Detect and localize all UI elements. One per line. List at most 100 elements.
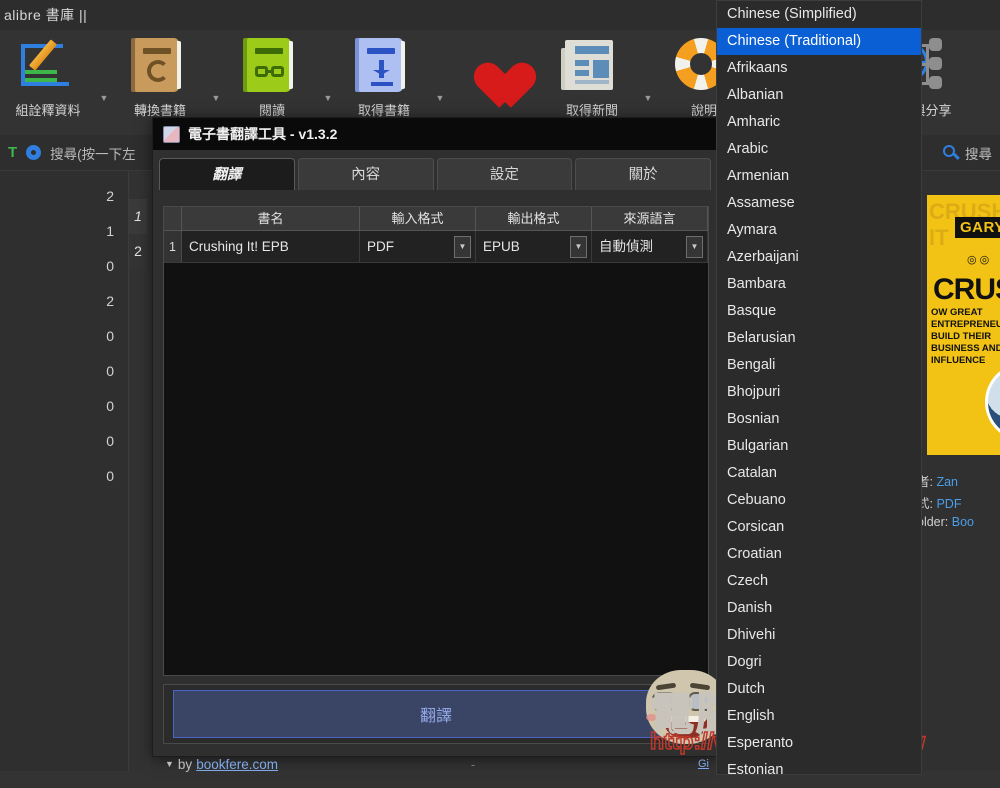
lang-option[interactable]: Belarusian: [717, 325, 921, 352]
cover-author-band: GARY: [955, 217, 1000, 238]
cell-input-format[interactable]: PDF: [360, 231, 476, 262]
calibre-book-list[interactable]: 2 1 0 2 0 0 0 0 0 ⋮ 1 2: [0, 171, 147, 771]
cover-dots-icon: ◎ ◎: [967, 254, 990, 266]
table-header-book-name[interactable]: 書名: [182, 207, 360, 230]
lang-option[interactable]: English: [717, 703, 921, 730]
dialog-tabs: 翻譯 內容 設定 關於: [153, 150, 717, 190]
lang-option[interactable]: Afrikaans: [717, 55, 921, 82]
gear-icon[interactable]: [25, 144, 42, 161]
toolbar-button-get-books[interactable]: 取得書籍: [336, 30, 432, 119]
lang-option[interactable]: Chinese (Simplified): [717, 1, 921, 28]
footer-spacer: -: [470, 756, 476, 772]
footer-by-label: by: [177, 756, 193, 772]
lang-option[interactable]: Danish: [717, 595, 921, 622]
lang-option[interactable]: Bosnian: [717, 406, 921, 433]
lang-option[interactable]: Estonian: [717, 757, 921, 774]
list-item[interactable]: 0: [0, 424, 128, 459]
chevron-down-icon-get-books[interactable]: [432, 93, 448, 103]
lang-option[interactable]: Armenian: [717, 163, 921, 190]
dialog-title: 電子書翻譯工具 - v1.3.2: [188, 126, 338, 142]
chevron-down-icon-convert-books[interactable]: [208, 93, 224, 103]
cell-source-language-value: 自動偵測: [599, 239, 653, 254]
list-item[interactable]: 0: [0, 354, 128, 389]
translation-table: 書名 輸入格式 輸出格式 來源語言 1 Crushing It! EPB PDF…: [163, 206, 709, 676]
fetch-news-icon: [561, 36, 623, 98]
lang-option[interactable]: Arabic: [717, 136, 921, 163]
lang-option[interactable]: Basque: [717, 298, 921, 325]
lang-option[interactable]: Dutch: [717, 676, 921, 703]
lang-option[interactable]: Corsican: [717, 514, 921, 541]
toolbar-button-convert-books[interactable]: 轉換書籍: [112, 30, 208, 119]
chevron-down-icon-footer[interactable]: ▼: [165, 759, 174, 769]
tab-content[interactable]: 內容: [297, 158, 434, 190]
chevron-down-icon-input-format[interactable]: [454, 236, 471, 258]
lang-option[interactable]: Czech: [717, 568, 921, 595]
lang-option[interactable]: Albanian: [717, 82, 921, 109]
edit-metadata-icon: [17, 36, 79, 98]
toolbar-button-fetch-news[interactable]: 取得新聞: [544, 30, 640, 119]
lang-option[interactable]: Assamese: [717, 190, 921, 217]
cell-source-language[interactable]: 自動偵測: [592, 231, 708, 262]
list-item[interactable]: 0: [0, 389, 128, 424]
toolbar-button-edit-metadata[interactable]: 組詮釋資料: [0, 30, 96, 119]
chevron-down-icon-edit-metadata[interactable]: [96, 93, 112, 103]
translate-button[interactable]: 翻譯: [173, 690, 699, 738]
list-item[interactable]: 1: [0, 214, 128, 249]
convert-books-icon: [129, 36, 191, 98]
lang-option[interactable]: Bhojpuri: [717, 379, 921, 406]
chevron-down-icon-view-book[interactable]: [320, 93, 336, 103]
book-list-secondary-column: 1 2: [128, 171, 147, 771]
footer-link-bookfere[interactable]: bookfere.com: [196, 757, 278, 772]
tab-translate[interactable]: 翻譯: [159, 158, 295, 190]
toolbar-button-favorites[interactable]: [448, 30, 544, 98]
list-item[interactable]: 2: [0, 179, 128, 214]
detail-field-folder: older: Boo: [917, 515, 975, 529]
text-search-icon[interactable]: T: [8, 144, 17, 161]
toolbar-button-view-book[interactable]: 閱讀: [224, 30, 320, 119]
table-row[interactable]: 1 Crushing It! EPB PDF EPUB 自動偵測: [164, 231, 708, 263]
dialog-footer: ▼ by bookfere.com - Gi: [153, 750, 719, 778]
table-header-source-language[interactable]: 來源語言: [592, 207, 708, 230]
lang-option[interactable]: Bengali: [717, 352, 921, 379]
cover-title: CRUS: [933, 273, 1000, 306]
lang-option-selected[interactable]: Chinese (Traditional): [717, 28, 921, 55]
book-details-panel: CRUSHING IT GARY ◎ ◎ CRUS OW GREAT ENTRE…: [912, 171, 1000, 771]
table-header-input-format[interactable]: 輸入格式: [360, 207, 476, 230]
lang-option[interactable]: Cebuano: [717, 487, 921, 514]
dialog-titlebar[interactable]: 電子書翻譯工具 - v1.3.2: [153, 118, 717, 150]
lang-option[interactable]: Croatian: [717, 541, 921, 568]
chevron-down-icon-output-format[interactable]: [570, 236, 587, 258]
lang-option[interactable]: Amharic: [717, 109, 921, 136]
search-input[interactable]: 搜尋(按一下左: [50, 143, 136, 163]
cell-output-format[interactable]: EPUB: [476, 231, 592, 262]
tab-about[interactable]: 關於: [575, 158, 711, 190]
source-language-dropdown[interactable]: Chinese (Simplified) Chinese (Traditiona…: [716, 0, 922, 775]
list-item[interactable]: 2: [129, 234, 147, 269]
list-item[interactable]: 0: [0, 249, 128, 284]
search-icon[interactable]: [943, 144, 960, 161]
lang-option[interactable]: Bambara: [717, 271, 921, 298]
list-item[interactable]: 0: [0, 459, 128, 494]
heart-icon: [465, 36, 527, 98]
chevron-down-icon-fetch-news[interactable]: [640, 93, 656, 103]
list-item[interactable]: 1: [129, 199, 147, 234]
table-header-output-format[interactable]: 輸出格式: [476, 207, 592, 230]
lang-option[interactable]: Aymara: [717, 217, 921, 244]
chevron-down-icon-source-language[interactable]: [686, 236, 703, 258]
detail-field-author: 者: Zan: [917, 475, 959, 489]
lang-option[interactable]: Esperanto: [717, 730, 921, 757]
cell-book-name[interactable]: Crushing It! EPB: [182, 231, 360, 262]
lang-option[interactable]: Dhivehi: [717, 622, 921, 649]
list-item[interactable]: 2: [0, 284, 128, 319]
list-item[interactable]: 0: [0, 319, 128, 354]
lang-option[interactable]: Bulgarian: [717, 433, 921, 460]
tab-settings[interactable]: 設定: [436, 158, 573, 190]
lang-option[interactable]: Dogri: [717, 649, 921, 676]
book-cover-image: CRUSHING IT GARY ◎ ◎ CRUS OW GREAT ENTRE…: [927, 195, 1000, 455]
cell-input-format-value: PDF: [367, 239, 394, 254]
search-button-label[interactable]: 搜尋: [965, 143, 992, 163]
toolbar-label-edit-metadata: 組詮釋資料: [15, 103, 81, 118]
cover-subtitle: OW GREAT ENTREPRENEURS BUILD THEIR BUSIN…: [931, 307, 1000, 366]
lang-option[interactable]: Catalan: [717, 460, 921, 487]
lang-option[interactable]: Azerbaijani: [717, 244, 921, 271]
